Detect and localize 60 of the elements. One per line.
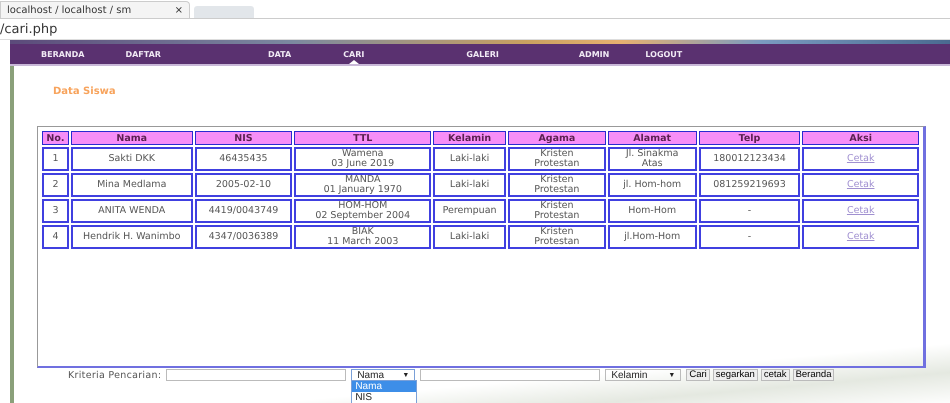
column-header: No.: [42, 131, 69, 145]
table-cell: 1: [42, 147, 69, 171]
column-header: Aksi: [802, 131, 919, 145]
table-cell: BIAK 11 March 2003: [294, 225, 432, 249]
nav-link[interactable]: DAFTAR: [125, 44, 161, 64]
table-cell: 081259219693: [698, 173, 800, 197]
table-cell: Kristen Protestan: [508, 173, 606, 197]
table-cell: 4: [42, 225, 69, 249]
browser-tab[interactable]: localhost / localhost / sm ×: [0, 1, 190, 18]
table-cell: 2: [42, 173, 69, 197]
form-button[interactable]: cetak: [760, 369, 790, 381]
table-cell: -: [698, 199, 800, 223]
table-cell: Kristen Protestan: [508, 225, 606, 249]
page-heading: Data Siswa: [52, 85, 117, 99]
nav-link[interactable]: ADMIN: [578, 44, 610, 64]
table-cell: jl.Hom-Hom: [608, 225, 697, 249]
table-cell: ANITA WENDA: [70, 199, 193, 223]
table-cell: Laki-laki: [433, 173, 506, 197]
table-cell: HOM-HOM 02 September 2004: [294, 199, 432, 223]
table-cell: Hom-Hom: [608, 199, 697, 223]
search-field[interactable]: [420, 369, 600, 381]
table-cell: 46435435: [194, 147, 292, 171]
table-cell: 4347/0036389: [194, 225, 292, 249]
table-cell: 4419/0043749: [194, 199, 292, 223]
column-header: Alamat: [608, 131, 697, 145]
table-cell: 180012123434: [698, 147, 800, 171]
search-field[interactable]: [166, 369, 346, 381]
table-cell: Kristen Protestan: [508, 199, 606, 223]
column-header: NIS: [194, 131, 292, 145]
table-cell: Perempuan: [433, 199, 506, 223]
form-button[interactable]: Cari: [686, 369, 710, 381]
table-cell: Laki-laki: [433, 147, 506, 171]
form-button[interactable]: segarkan: [712, 369, 758, 381]
table-cell: Mina Medlama: [70, 173, 193, 197]
table-cell: Kristen Protestan: [508, 147, 606, 171]
close-icon[interactable]: ×: [174, 4, 183, 16]
form-button[interactable]: Beranda: [792, 369, 834, 381]
table-cell: 2005-02-10: [194, 173, 292, 197]
table-cell: Wamena 03 June 2019: [294, 147, 432, 171]
table-cell: jl. Hom-hom: [608, 173, 697, 197]
search-label: Kriteria Pencarian:: [68, 370, 162, 380]
tab-title: localhost / localhost / sm: [7, 4, 132, 16]
table-cell: Hendrik H. Wanimbo: [70, 225, 193, 249]
column-header: Telp: [698, 131, 800, 145]
new-tab-button[interactable]: [194, 6, 254, 18]
table-cell: Jl. Sinakma Atas: [608, 147, 697, 171]
nav-link[interactable]: GALERI: [466, 44, 499, 64]
address-text[interactable]: /cari.php: [0, 22, 58, 36]
nav-link[interactable]: BERANDA: [41, 44, 84, 64]
table-cell: 3: [42, 199, 69, 223]
table-cell: Laki-laki: [433, 225, 506, 249]
column-header: Agama: [508, 131, 606, 145]
column-header: TTL: [294, 131, 432, 145]
nav-link[interactable]: LOGOUT: [645, 44, 682, 64]
nav-link[interactable]: DATA: [268, 44, 292, 64]
column-header: Nama: [70, 131, 193, 145]
table-cell: Sakti DKK: [70, 147, 193, 171]
table-cell: -: [698, 225, 800, 249]
column-header: Kelamin: [433, 131, 506, 145]
table-cell: MANDA 01 January 1970: [294, 173, 432, 197]
